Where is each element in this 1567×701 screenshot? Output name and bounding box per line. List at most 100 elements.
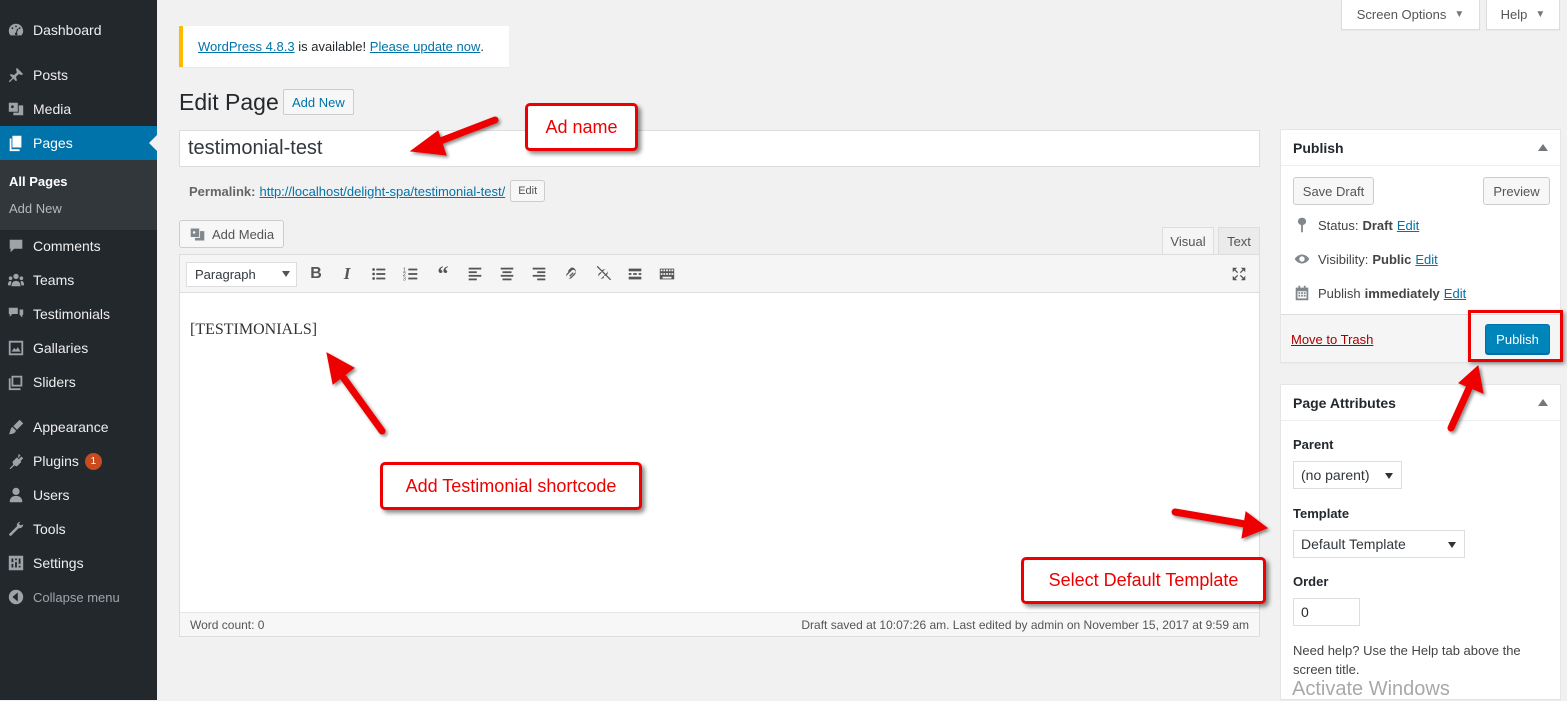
tab-visual[interactable]: Visual [1162, 227, 1214, 255]
gallery-icon [6, 338, 26, 358]
dashboard-icon [6, 20, 26, 40]
template-value: Default Template [1301, 536, 1406, 552]
add-media-label: Add Media [212, 226, 275, 242]
format-select[interactable]: Paragraph [186, 262, 297, 287]
pages-submenu: All Pages Add New [0, 160, 157, 230]
menu-media[interactable]: Media [0, 92, 157, 126]
update-notice: WordPress 4.8.3 is available! Please upd… [179, 26, 509, 67]
menu-plugins[interactable]: Plugins 1 [0, 444, 157, 478]
add-new-button[interactable]: Add New [283, 89, 354, 115]
move-to-trash-link[interactable]: Move to Trash [1291, 332, 1373, 347]
template-label: Template [1293, 506, 1350, 521]
edit-date-link[interactable]: Edit [1444, 286, 1466, 301]
menu-dashboard[interactable]: Dashboard [0, 13, 157, 47]
permalink-link[interactable]: http://localhost/delight-spa/testimonial… [259, 184, 505, 199]
menu-sliders[interactable]: Sliders [0, 365, 157, 399]
unlink-icon[interactable] [591, 262, 615, 286]
help-label: Help [1500, 7, 1528, 22]
pin-icon [1297, 217, 1307, 233]
submenu-add-new[interactable]: Add New [9, 201, 62, 216]
version-link[interactable]: WordPress 4.8.3 [198, 39, 295, 54]
read-more-icon[interactable] [623, 262, 647, 286]
annotation-template: Select Default Template [1021, 557, 1266, 604]
format-value: Paragraph [195, 267, 256, 282]
groups-icon [6, 270, 26, 290]
collapse-toggle-icon[interactable] [1538, 144, 1548, 151]
slides-icon [6, 372, 26, 392]
numbered-list-icon[interactable]: 123 [399, 262, 423, 286]
menu-users[interactable]: Users [0, 478, 157, 512]
chevron-down-icon [1385, 473, 1393, 483]
order-input[interactable]: 0 [1293, 598, 1360, 626]
menu-label: Settings [33, 555, 84, 571]
edit-visibility-link[interactable]: Edit [1415, 252, 1437, 267]
media-icon [6, 99, 26, 119]
menu-pages[interactable]: Pages [0, 126, 157, 160]
align-center-icon[interactable] [495, 262, 519, 286]
permalink-label: Permalink: [189, 183, 256, 199]
admin-sidebar: Dashboard Posts Media Pages All Pages Ad… [0, 0, 157, 700]
user-icon [6, 485, 26, 505]
collapse-toggle-icon[interactable] [1538, 399, 1548, 406]
annotation-ad-name: Ad name [525, 103, 638, 151]
toolbar-toggle-icon[interactable] [655, 262, 679, 286]
parent-select[interactable]: (no parent) [1293, 461, 1402, 489]
menu-label: Plugins [33, 453, 79, 469]
menu-settings[interactable]: Settings [0, 546, 157, 580]
link-icon[interactable] [559, 262, 583, 286]
template-select[interactable]: Default Template [1293, 530, 1465, 558]
blockquote-icon[interactable]: “ [431, 261, 455, 286]
status-value: Draft [1362, 217, 1393, 233]
align-left-icon[interactable] [463, 262, 487, 286]
menu-testimonials[interactable]: Testimonials [0, 297, 157, 331]
menu-comments[interactable]: Comments [0, 229, 157, 263]
update-link[interactable]: Please update now [370, 39, 481, 54]
settings-icon [6, 553, 26, 573]
bold-icon[interactable]: B [304, 262, 328, 286]
italic-icon[interactable]: I [335, 262, 359, 286]
title-input[interactable]: testimonial-test [179, 130, 1260, 167]
menu-appearance[interactable]: Appearance [0, 410, 157, 444]
pages-icon [6, 133, 26, 153]
word-count: Word count: 0 [190, 617, 265, 632]
menu-label: Media [33, 101, 72, 117]
update-count-badge: 1 [84, 452, 102, 470]
publish-highlight-box [1468, 310, 1563, 362]
menu-label: Comments [33, 238, 101, 254]
parent-label: Parent [1293, 437, 1334, 452]
permalink-end: / [501, 183, 506, 199]
menu-label: Gallaries [33, 340, 89, 356]
page-attributes-title: Page Attributes [1281, 385, 1560, 421]
menu-teams[interactable]: Teams [0, 263, 157, 297]
menu-label: Posts [33, 67, 69, 83]
chevron-down-icon [282, 271, 290, 281]
add-media-button[interactable]: Add Media [179, 220, 285, 248]
collapse-menu[interactable]: Collapse menu [0, 580, 157, 614]
brush-icon [6, 417, 26, 437]
publish-label: Publish [1318, 285, 1361, 301]
order-label: Order [1293, 574, 1329, 589]
save-draft-button[interactable]: Save Draft [1293, 177, 1374, 205]
edit-status-link[interactable]: Edit [1397, 218, 1419, 233]
screen-options-button[interactable]: Screen Options ▼ [1341, 0, 1480, 30]
submenu-all-pages[interactable]: All Pages [9, 174, 68, 189]
menu-posts[interactable]: Posts [0, 58, 157, 92]
preview-button[interactable]: Preview [1483, 177, 1550, 205]
bullet-list-icon[interactable] [367, 262, 391, 286]
tab-text[interactable]: Text [1218, 227, 1260, 255]
menu-tools[interactable]: Tools [0, 512, 157, 546]
status-row: Status: Draft Edit [1293, 216, 1419, 234]
menu-label: Dashboard [33, 22, 102, 38]
menu-gallaries[interactable]: Gallaries [0, 331, 157, 365]
edit-permalink-button[interactable]: Edit [510, 180, 546, 202]
parent-value: (no parent) [1301, 467, 1370, 483]
menu-label: Pages [33, 135, 73, 151]
menu-label: Appearance [33, 419, 109, 435]
eye-icon [1294, 254, 1310, 264]
fullscreen-icon[interactable] [1227, 262, 1251, 286]
align-right-icon[interactable] [527, 262, 551, 286]
media-icon [190, 228, 205, 240]
annotation-shortcode: Add Testimonial shortcode [380, 462, 642, 510]
editor-content[interactable]: [TESTIMONIALS] [190, 321, 317, 339]
help-button[interactable]: Help ▼ [1486, 0, 1560, 30]
